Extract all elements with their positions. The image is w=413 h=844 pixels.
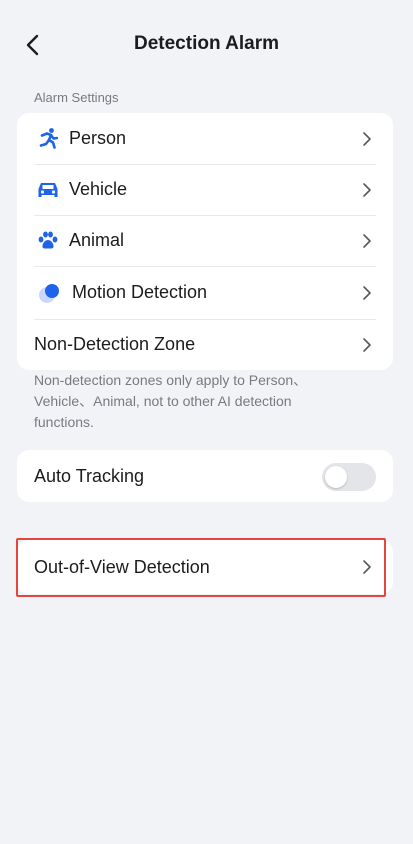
setting-label: Vehicle xyxy=(69,179,128,199)
non-detection-note: Non-detection zones only apply to Person… xyxy=(34,372,308,430)
auto-tracking-card: Auto Tracking xyxy=(17,450,393,502)
setting-row-motion-detection[interactable]: Motion Detection xyxy=(17,266,393,319)
header: Detection Alarm xyxy=(0,0,413,88)
alarm-settings-card: Person Vehicle Animal Motion Detection N… xyxy=(17,113,393,370)
setting-label: Non-Detection Zone xyxy=(34,334,196,354)
setting-row-auto-tracking: Auto Tracking xyxy=(17,450,393,502)
chevron-right-icon xyxy=(361,181,373,199)
toggle-knob xyxy=(325,466,347,488)
setting-row-vehicle[interactable]: Vehicle xyxy=(17,164,393,215)
setting-label: Out-of-View Detection xyxy=(34,556,210,577)
auto-tracking-toggle[interactable] xyxy=(322,463,376,491)
setting-label: Auto Tracking xyxy=(34,465,145,486)
person-running-icon xyxy=(35,126,61,152)
setting-row-person[interactable]: Person xyxy=(17,113,393,164)
out-of-view-card: Out-of-View Detection xyxy=(17,540,393,594)
motion-icon xyxy=(35,280,65,306)
chevron-right-icon xyxy=(361,336,373,354)
setting-row-out-of-view-detection[interactable]: Out-of-View Detection xyxy=(17,540,393,594)
car-icon xyxy=(35,177,61,203)
setting-row-non-detection-zone[interactable]: Non-Detection Zone xyxy=(17,319,393,370)
setting-row-animal[interactable]: Animal xyxy=(17,215,393,266)
setting-label: Animal xyxy=(69,230,125,250)
section-label-alarm-settings: Alarm Settings xyxy=(34,90,119,105)
chevron-right-icon xyxy=(361,284,373,302)
chevron-right-icon xyxy=(361,130,373,148)
setting-label: Motion Detection xyxy=(72,282,208,302)
page-title: Detection Alarm xyxy=(134,33,279,54)
chevron-right-icon xyxy=(361,232,373,250)
setting-label: Person xyxy=(69,128,127,148)
chevron-right-icon xyxy=(361,558,373,576)
paw-icon xyxy=(35,228,61,254)
